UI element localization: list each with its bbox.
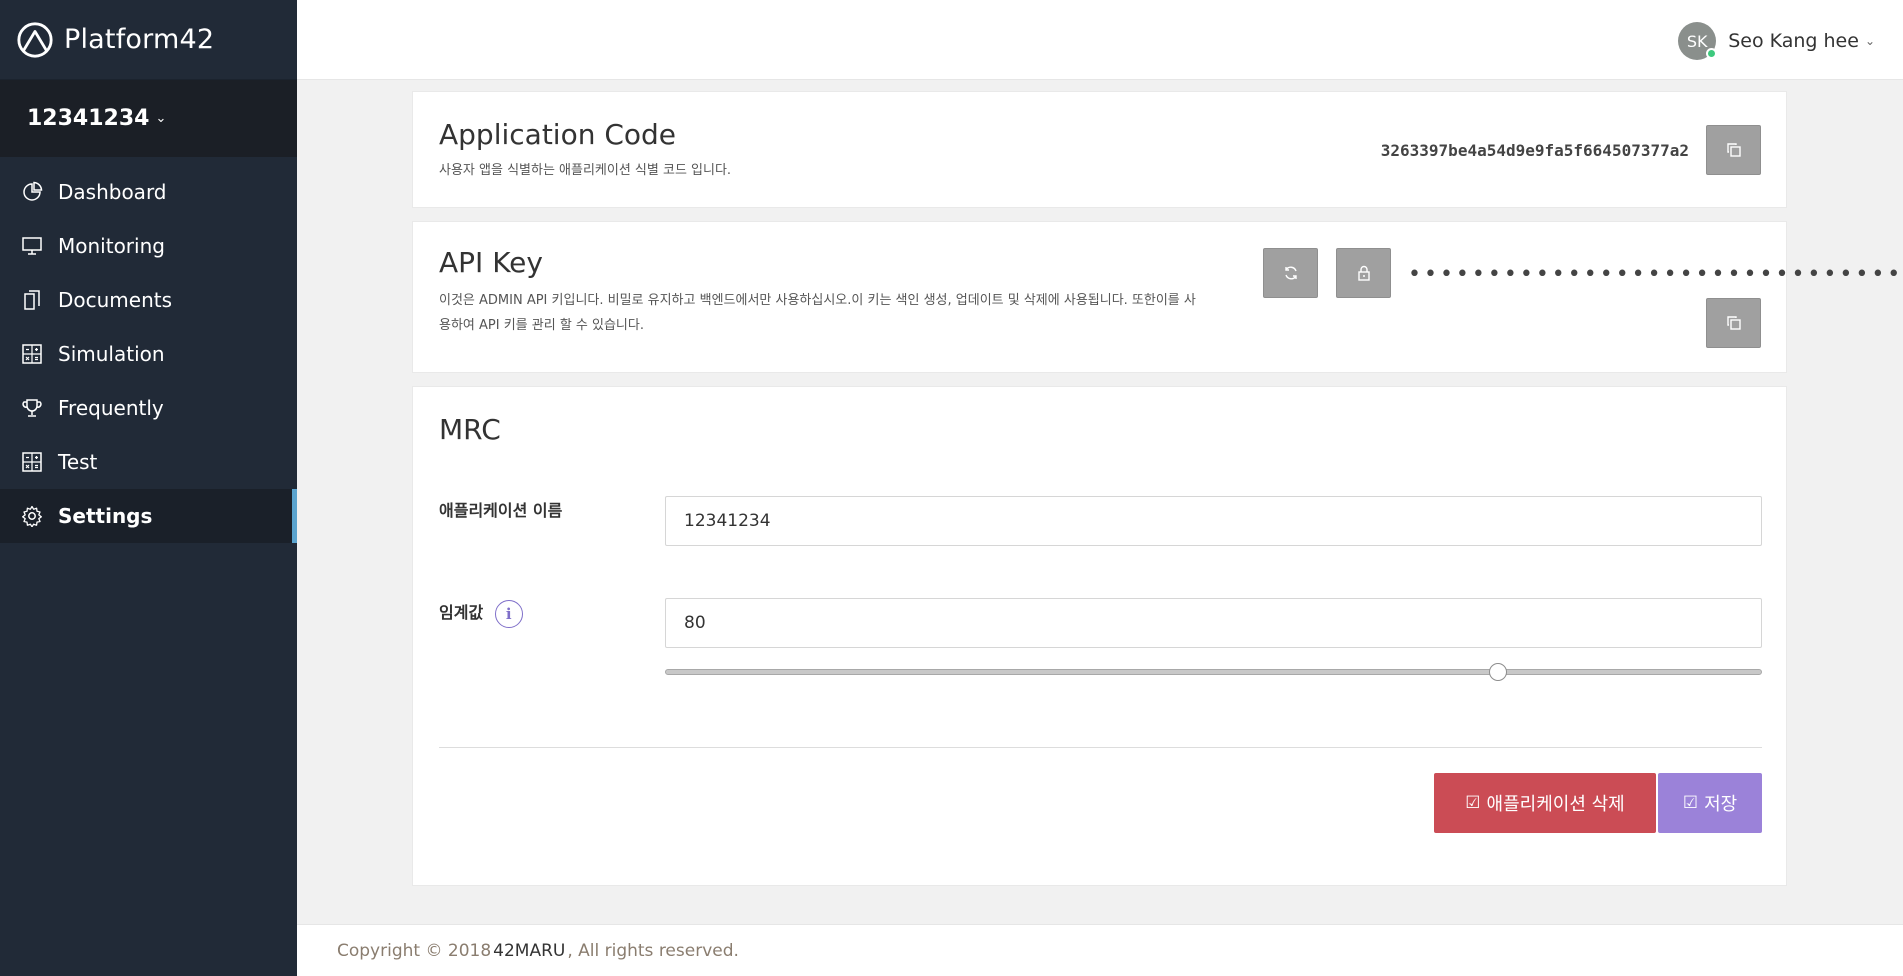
save-label: 저장 [1704,794,1738,815]
topbar: SK Seo Kang hee ⌄ [297,0,1903,80]
api-key-description: 이것은 ADMIN API 키입니다. 비밀로 유지하고 백엔드에서만 사용하십… [439,293,1196,333]
copy-icon [1726,143,1741,157]
regenerate-api-key-button[interactable] [1263,248,1318,298]
dashboard-icon [20,180,44,204]
app-switcher[interactable]: 12341234 ⌄ [0,80,297,157]
calculator-icon [20,342,44,366]
api-key-masked-value: •••••••••••••••••••••••••••••••• [1408,262,1903,287]
check-square-icon: ☑ [1465,793,1481,813]
online-status-dot [1706,48,1718,59]
refresh-icon [1284,266,1297,280]
sidebar: Platform42 12341234 ⌄ Dashboard Monitori… [0,0,297,976]
footer: Copyright © 2018 42MARU , All rights res… [297,924,1903,976]
threshold-label-group: 임계값 i [439,599,523,628]
delete-application-label: 애플리케이션 삭제 [1486,794,1625,815]
brand-name: Platform42 [64,24,215,55]
divider [439,747,1762,748]
threshold-slider-thumb[interactable] [1489,663,1508,681]
app-switcher-label: 12341234 [27,106,150,131]
sidebar-item-settings[interactable]: Settings [0,489,297,543]
reveal-api-key-button[interactable] [1336,248,1391,298]
threshold-label: 임계값 [439,603,484,622]
monitor-icon [20,234,44,258]
api-key-title: API Key [439,246,543,279]
sidebar-nav: Dashboard Monitoring Documents Simulatio… [0,165,297,543]
gear-icon [20,504,44,528]
app-name-input[interactable] [665,496,1762,546]
footer-suffix: , All rights reserved. [567,940,739,961]
sidebar-item-label: Documents [58,288,173,312]
sidebar-item-frequently[interactable]: Frequently [0,381,297,435]
footer-prefix: Copyright © 2018 [337,940,492,961]
sidebar-item-label: Frequently [58,396,164,420]
sidebar-item-documents[interactable]: Documents [0,273,297,327]
threshold-slider[interactable] [665,663,1762,681]
sidebar-item-label: Simulation [58,342,165,366]
sidebar-item-label: Monitoring [58,234,165,258]
avatar-initials: SK [1686,31,1708,51]
delete-application-button[interactable]: ☑ 애플리케이션 삭제 [1434,773,1656,833]
application-code-title: Application Code [439,118,677,151]
application-code-value: 3263397be4a54d9e9fa5f664507377a2 [1380,141,1689,160]
sidebar-item-monitoring[interactable]: Monitoring [0,219,297,273]
save-button[interactable]: ☑ 저장 [1658,773,1762,833]
api-key-card: API Key 이것은 ADMIN API 키입니다. 비밀로 유지하고 백엔드… [412,221,1903,373]
app-name-label: 애플리케이션 이름 [439,501,563,520]
footer-company: 42MARU [493,940,566,961]
avatar: SK [1678,22,1718,60]
threshold-input[interactable] [665,598,1762,648]
platform42-logo-icon [17,21,53,58]
info-icon[interactable]: i [494,599,523,628]
sidebar-item-test[interactable]: Test [0,435,297,489]
application-code-card: Application Code 사용자 앱을 식별하는 애플리케이션 식별 코… [412,91,1787,208]
trophy-icon [20,396,44,420]
lock-icon [1357,265,1370,281]
check-square-icon: ☑ [1682,793,1699,813]
user-name: Seo Kang hee [1728,30,1859,52]
user-menu[interactable]: SK Seo Kang hee ⌄ [1678,22,1875,60]
mrc-settings-card: MRC 애플리케이션 이름 임계값 i ☑ 애플리케이션 삭제 ☑ 저장 [412,386,1787,886]
copy-app-code-button[interactable] [1706,125,1761,175]
application-code-description: 사용자 앱을 식별하는 애플리케이션 식별 코드 입니다. [439,163,732,178]
chevron-down-icon: ⌄ [1864,34,1875,48]
mrc-title: MRC [439,413,501,446]
documents-icon [20,288,44,312]
copy-icon [1726,316,1741,330]
sidebar-item-label: Dashboard [58,180,167,204]
copy-api-key-button[interactable] [1706,298,1761,348]
chevron-down-icon: ⌄ [155,111,167,126]
sidebar-item-label: Test [58,450,98,474]
calculator-icon [20,450,44,474]
sidebar-item-dashboard[interactable]: Dashboard [0,165,297,219]
brand[interactable]: Platform42 [0,0,297,80]
sidebar-item-simulation[interactable]: Simulation [0,327,297,381]
sidebar-item-label: Settings [58,504,153,528]
